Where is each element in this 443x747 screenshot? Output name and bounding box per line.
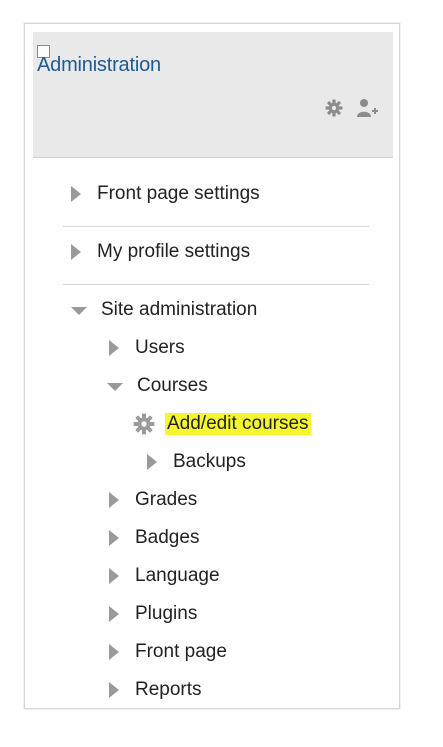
expand-arrow-icon[interactable] [109,568,119,584]
nav-item-users[interactable]: Users [109,334,185,362]
block-header: Administration [33,32,393,158]
block-title[interactable]: Administration [37,54,161,77]
expand-arrow-icon[interactable] [109,644,119,660]
nav-item-site-administration[interactable]: Site administration [71,296,257,324]
header-actions [325,98,379,118]
user-add-icon[interactable] [357,98,379,118]
nav-item-language[interactable]: Language [109,562,220,590]
expand-arrow-icon[interactable] [71,186,81,202]
expand-arrow-icon[interactable] [109,606,119,622]
nav-item-label: My profile settings [97,241,251,262]
nav-item-grades[interactable]: Grades [109,486,197,514]
expand-arrow-icon[interactable] [109,340,119,356]
nav-item-plugins[interactable]: Plugins [109,600,197,628]
nav-item-label: Language [135,565,220,586]
nav-item-label: Badges [135,527,200,548]
expand-arrow-icon[interactable] [71,244,81,260]
nav-item-front-page-settings[interactable]: Front page settings [71,180,260,208]
nav-item-reports[interactable]: Reports [109,676,202,704]
nav-item-label: Site administration [101,299,258,320]
nav-item-label: Users [135,337,185,358]
nav-item-front-page[interactable]: Front page [109,638,227,666]
expand-arrow-icon[interactable] [147,454,157,470]
nav-item-label: Front page [135,641,227,662]
divider [63,226,369,227]
collapse-arrow-icon[interactable] [71,307,87,315]
expand-arrow-icon[interactable] [109,682,119,698]
expand-arrow-icon[interactable] [109,492,119,508]
administration-block: Administration Front page settings My pr… [24,23,400,709]
nav-item-label[interactable]: Add/edit courses [165,413,311,435]
gear-icon [133,413,155,435]
nav-item-backups[interactable]: Backups [147,448,246,476]
nav-item-label: Plugins [135,603,198,624]
nav-item-label: Front page settings [97,183,260,204]
gear-icon[interactable] [325,99,343,117]
collapse-arrow-icon[interactable] [107,383,123,391]
nav-item-label: Grades [135,489,198,510]
nav-item-add-edit-courses[interactable]: Add/edit courses [133,410,311,438]
nav-item-courses[interactable]: Courses [107,372,208,400]
divider [63,284,369,285]
nav-item-my-profile-settings[interactable]: My profile settings [71,238,250,266]
nav-item-badges[interactable]: Badges [109,524,199,552]
nav-item-label: Reports [135,679,202,700]
expand-arrow-icon[interactable] [109,530,119,546]
nav-item-label: Courses [137,375,208,396]
nav-item-label: Backups [173,451,246,472]
